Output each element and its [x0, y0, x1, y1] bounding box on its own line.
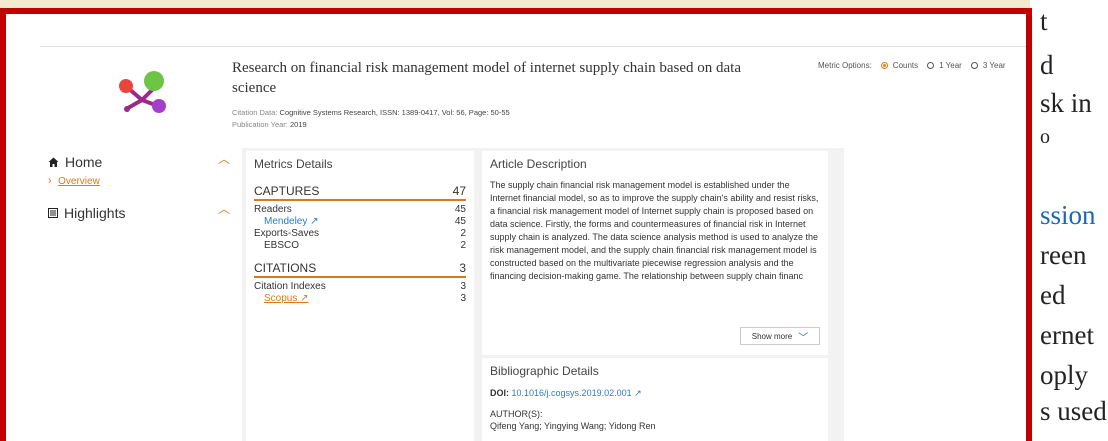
nav-highlights-label[interactable]: Highlights — [64, 205, 125, 221]
nav-home[interactable]: Home — [48, 154, 102, 170]
citation-indexes-row: Citation Indexes 3 — [254, 281, 466, 293]
article-description-text: The supply chain financial risk manageme… — [490, 180, 819, 281]
bg-text-line: o — [1040, 126, 1050, 148]
citation-indexes-label: Citation Indexes — [254, 281, 326, 292]
radio-3-year[interactable] — [970, 62, 978, 69]
bg-text-line: reen — [1040, 240, 1087, 270]
list-icon — [48, 208, 58, 218]
bg-text-line: ed — [1040, 280, 1066, 310]
radio-1-year-label[interactable]: 1 Year — [939, 61, 962, 70]
bibliographic-details-card: Bibliographic Details DOI: 10.1016/j.cog… — [482, 358, 828, 441]
authors-value: Qifeng Yang; Yingying Wang; Yidong Ren — [490, 421, 656, 431]
metrics-modal: Research on financial risk management mo… — [0, 8, 1032, 441]
home-icon — [48, 157, 59, 167]
article-description-title: Article Description — [490, 157, 587, 171]
scopus-value: 3 — [460, 293, 466, 304]
citation-data: Citation Data: Cognitive Systems Researc… — [232, 108, 510, 117]
nav-overview-label[interactable]: Overview — [58, 176, 100, 187]
text-fade — [660, 327, 740, 345]
captures-row: CAPTURES 47 — [254, 183, 466, 201]
citation-value: Cognitive Systems Research, ISSN: 1389-0… — [279, 108, 510, 117]
bg-text-line: ernet — [1040, 320, 1094, 350]
exports-row: Exports-Saves 2 — [254, 228, 466, 240]
citations-value: 3 — [459, 261, 466, 275]
chevron-right-icon: › — [48, 175, 52, 187]
divider — [40, 46, 1026, 47]
chevron-down-icon: ﹀ — [798, 332, 809, 344]
bg-text-line: s used — [1040, 396, 1107, 426]
chevron-up-icon[interactable]: ︿ — [218, 200, 230, 217]
ebsco-label: EBSCO — [264, 240, 300, 251]
exports-label: Exports-Saves — [254, 228, 320, 239]
metrics-details-card: Metrics Details CAPTURES 47 Readers 45 Men… — [246, 151, 474, 441]
article-title: Research on financial risk management mo… — [232, 60, 741, 96]
readers-value: 45 — [454, 204, 466, 215]
ebsco-value: 2 — [460, 240, 466, 251]
bg-text-line: t — [1040, 6, 1048, 36]
radio-counts-label[interactable]: Counts — [893, 61, 918, 70]
exports-value: 2 — [460, 228, 466, 239]
nav-home-label[interactable]: Home — [65, 154, 102, 170]
nav-highlights[interactable]: Highlights — [48, 205, 125, 221]
show-more-button[interactable]: Show more ﹀ — [740, 327, 820, 345]
bg-text-line: d — [1040, 50, 1054, 80]
captures-label: CAPTURES — [254, 184, 320, 198]
mendeley-link[interactable]: Mendeley ↗ — [254, 216, 319, 228]
pubyear-value: 2019 — [289, 120, 307, 129]
article-description-card: Article Description The supply chain fin… — [482, 151, 828, 355]
authors-label: AUTHOR(S): — [490, 409, 543, 419]
bg-text-link[interactable]: ssion — [1040, 200, 1096, 231]
scopus-link[interactable]: Scopus ↗ — [254, 293, 309, 305]
metric-options-label: Metric Options: — [818, 61, 872, 70]
readers-row: Readers 45 — [254, 204, 466, 216]
chevron-up-icon[interactable]: ︿ — [218, 150, 230, 167]
doi-row: DOI: 10.1016/j.cogsys.2019.02.001 ↗ — [490, 388, 820, 399]
show-more-label[interactable]: Show more — [752, 332, 792, 341]
doi-label: DOI: — [490, 388, 509, 398]
readers-label: Readers — [254, 204, 292, 215]
nav-overview[interactable]: › Overview — [48, 171, 100, 189]
doi-link[interactable]: 10.1016/j.cogsys.2019.02.001 ↗ — [512, 388, 642, 398]
citations-row: CITATIONS 3 — [254, 260, 466, 278]
bg-text-line: oply — [1040, 360, 1089, 390]
publication-year: Publication Year: 2019 — [232, 120, 307, 129]
citations-label: CITATIONS — [254, 261, 317, 275]
pubyear-label: Publication Year: — [232, 120, 288, 129]
bg-text-line: sk in — [1040, 88, 1092, 118]
metric-options: Metric Options: Counts 1 Year 3 Year — [818, 61, 1006, 70]
radio-3-year-label[interactable]: 3 Year — [983, 61, 1006, 70]
citation-label: Citation Data: — [232, 108, 278, 117]
radio-counts[interactable] — [880, 62, 888, 69]
plumx-logo — [119, 71, 166, 113]
radio-1-year[interactable] — [927, 62, 935, 69]
citation-indexes-value: 3 — [460, 281, 466, 292]
bibliographic-details-title: Bibliographic Details — [490, 364, 599, 378]
mendeley-value: 45 — [454, 216, 466, 227]
metrics-details-title: Metrics Details — [254, 157, 333, 171]
scopus-row[interactable]: Scopus ↗ 3 — [254, 293, 466, 305]
captures-value: 47 — [452, 184, 466, 198]
mendeley-row[interactable]: Mendeley ↗ 45 — [254, 216, 466, 228]
ebsco-row: EBSCO 2 — [254, 240, 466, 252]
background-page: t d sk in o ssion reen ed ernet oply s u… — [1030, 0, 1108, 441]
